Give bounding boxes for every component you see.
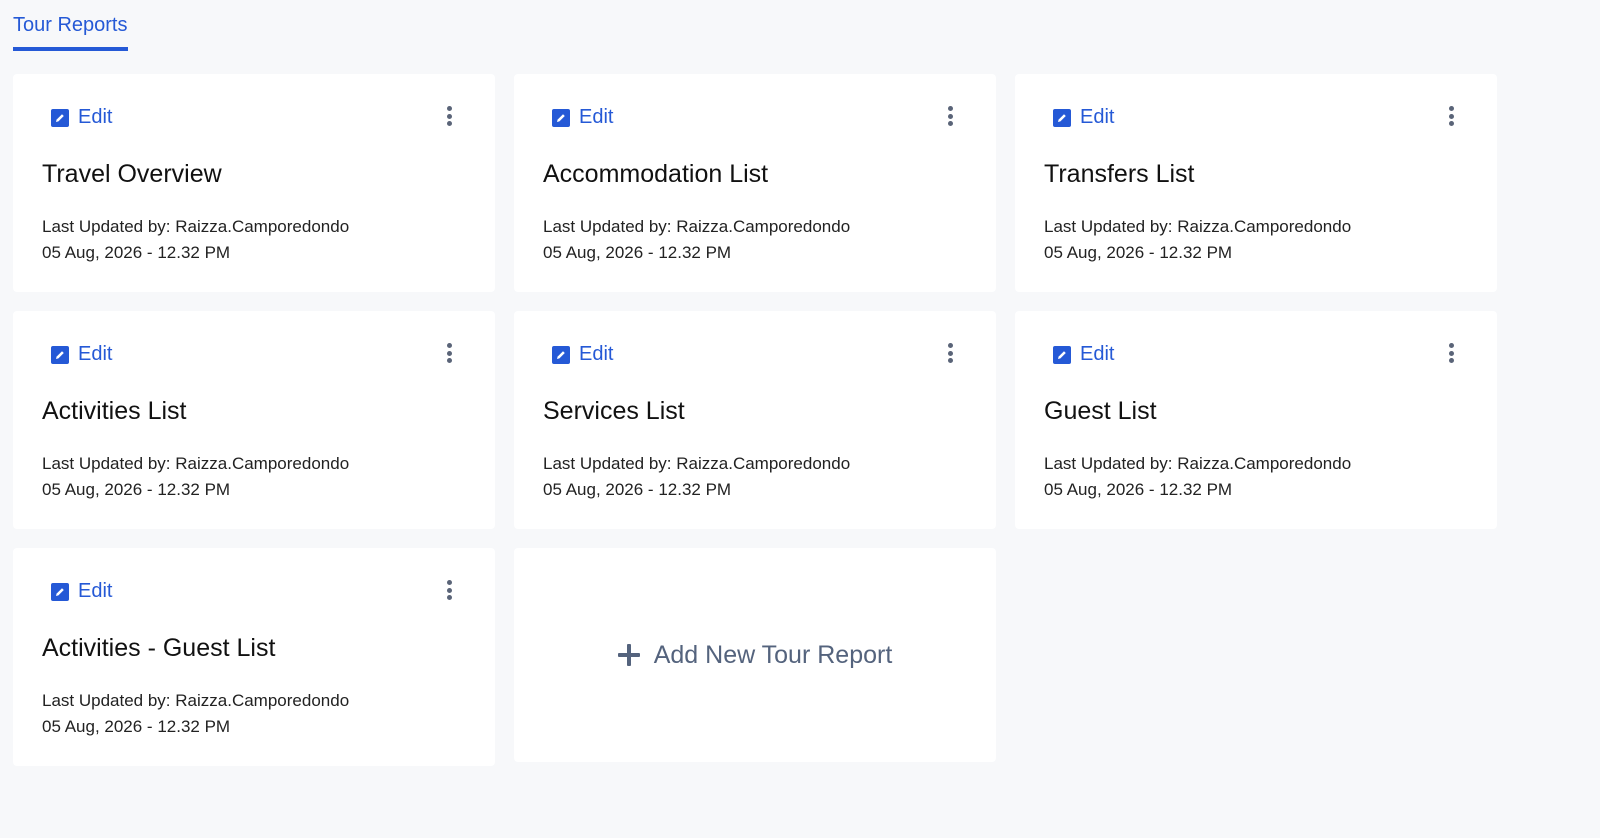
edit-button[interactable]: Edit <box>1053 343 1114 366</box>
more-vertical-icon[interactable] <box>1443 104 1459 128</box>
report-title: Activities List <box>42 397 187 425</box>
last-updated-line: Last Updated by: Raizza.Camporedondo <box>1044 451 1351 477</box>
add-new-tour-report-button[interactable]: Add New Tour Report <box>514 548 996 762</box>
more-vertical-icon[interactable] <box>441 578 457 602</box>
report-title: Activities - Guest List <box>42 634 276 662</box>
edit-icon <box>51 582 69 601</box>
last-updated-prefix: Last Updated by: <box>42 691 171 710</box>
report-title: Accommodation List <box>543 160 769 188</box>
report-card: Edit Activities List Last Updated by: Ra… <box>13 311 495 529</box>
last-updated-prefix: Last Updated by: <box>1044 454 1173 473</box>
updated-at: 05 Aug, 2026 - 12.32 PM <box>1044 243 1233 262</box>
edit-label: Edit <box>78 343 113 365</box>
edit-icon <box>1053 345 1071 364</box>
updated-at: 05 Aug, 2026 - 12.32 PM <box>543 480 732 499</box>
more-vertical-icon[interactable] <box>441 341 457 365</box>
updated-by: Raizza.Camporedondo <box>175 217 350 236</box>
edit-icon <box>552 345 570 364</box>
last-updated-prefix: Last Updated by: <box>42 454 171 473</box>
more-vertical-icon[interactable] <box>441 104 457 128</box>
edit-icon <box>1053 108 1071 127</box>
updated-by: Raizza.Camporedondo <box>1177 454 1352 473</box>
edit-button[interactable]: Edit <box>1053 106 1114 129</box>
report-grid: Edit Travel Overview Last Updated by: Ra… <box>13 74 1497 766</box>
updated-at: 05 Aug, 2026 - 12.32 PM <box>1044 480 1233 499</box>
report-card: Edit Services List Last Updated by: Raiz… <box>514 311 996 529</box>
report-title: Services List <box>543 397 685 425</box>
report-meta: Last Updated by: Raizza.Camporedondo 05 … <box>42 688 349 740</box>
updated-by: Raizza.Camporedondo <box>676 217 851 236</box>
add-new-label: Add New Tour Report <box>653 640 893 669</box>
updated-by: Raizza.Camporedondo <box>676 454 851 473</box>
edit-label: Edit <box>579 343 614 365</box>
report-card: Edit Transfers List Last Updated by: Rai… <box>1015 74 1497 292</box>
edit-icon <box>552 108 570 127</box>
more-vertical-icon[interactable] <box>942 341 958 365</box>
last-updated-prefix: Last Updated by: <box>543 454 672 473</box>
last-updated-line: Last Updated by: Raizza.Camporedondo <box>543 451 850 477</box>
more-vertical-icon[interactable] <box>1443 341 1459 365</box>
report-card: Edit Activities - Guest List Last Update… <box>13 548 495 766</box>
updated-by: Raizza.Camporedondo <box>175 691 350 710</box>
last-updated-line: Last Updated by: Raizza.Camporedondo <box>42 451 349 477</box>
edit-button[interactable]: Edit <box>552 106 613 129</box>
report-meta: Last Updated by: Raizza.Camporedondo 05 … <box>543 214 850 266</box>
edit-label: Edit <box>78 106 113 128</box>
edit-label: Edit <box>1080 343 1115 365</box>
last-updated-prefix: Last Updated by: <box>42 217 171 236</box>
tab-bar: Tour Reports <box>13 14 128 54</box>
report-meta: Last Updated by: Raizza.Camporedondo 05 … <box>42 214 349 266</box>
last-updated-line: Last Updated by: Raizza.Camporedondo <box>42 214 349 240</box>
edit-label: Edit <box>579 106 614 128</box>
plus-icon <box>617 644 640 666</box>
last-updated-line: Last Updated by: Raizza.Camporedondo <box>42 688 349 714</box>
report-meta: Last Updated by: Raizza.Camporedondo 05 … <box>1044 214 1351 266</box>
more-vertical-icon[interactable] <box>942 104 958 128</box>
edit-icon <box>51 345 69 364</box>
edit-icon <box>51 108 69 127</box>
updated-by: Raizza.Camporedondo <box>175 454 350 473</box>
report-title: Transfers List <box>1044 160 1195 188</box>
updated-by: Raizza.Camporedondo <box>1177 217 1352 236</box>
report-meta: Last Updated by: Raizza.Camporedondo 05 … <box>1044 451 1351 503</box>
edit-button[interactable]: Edit <box>51 343 112 366</box>
edit-button[interactable]: Edit <box>552 343 613 366</box>
edit-label: Edit <box>78 580 113 602</box>
report-title: Travel Overview <box>42 160 222 188</box>
updated-at: 05 Aug, 2026 - 12.32 PM <box>543 243 732 262</box>
updated-at: 05 Aug, 2026 - 12.32 PM <box>42 480 231 499</box>
edit-button[interactable]: Edit <box>51 580 112 603</box>
report-meta: Last Updated by: Raizza.Camporedondo 05 … <box>42 451 349 503</box>
report-card: Edit Travel Overview Last Updated by: Ra… <box>13 74 495 292</box>
last-updated-prefix: Last Updated by: <box>543 217 672 236</box>
last-updated-prefix: Last Updated by: <box>1044 217 1173 236</box>
report-title: Guest List <box>1044 397 1157 425</box>
last-updated-line: Last Updated by: Raizza.Camporedondo <box>1044 214 1351 240</box>
edit-label: Edit <box>1080 106 1115 128</box>
tab-tour-reports[interactable]: Tour Reports <box>13 14 128 51</box>
report-meta: Last Updated by: Raizza.Camporedondo 05 … <box>543 451 850 503</box>
updated-at: 05 Aug, 2026 - 12.32 PM <box>42 717 231 736</box>
last-updated-line: Last Updated by: Raizza.Camporedondo <box>543 214 850 240</box>
report-card: Edit Accommodation List Last Updated by:… <box>514 74 996 292</box>
report-card: Edit Guest List Last Updated by: Raizza.… <box>1015 311 1497 529</box>
add-new-content: Add New Tour Report <box>617 640 893 670</box>
updated-at: 05 Aug, 2026 - 12.32 PM <box>42 243 231 262</box>
edit-button[interactable]: Edit <box>51 106 112 129</box>
